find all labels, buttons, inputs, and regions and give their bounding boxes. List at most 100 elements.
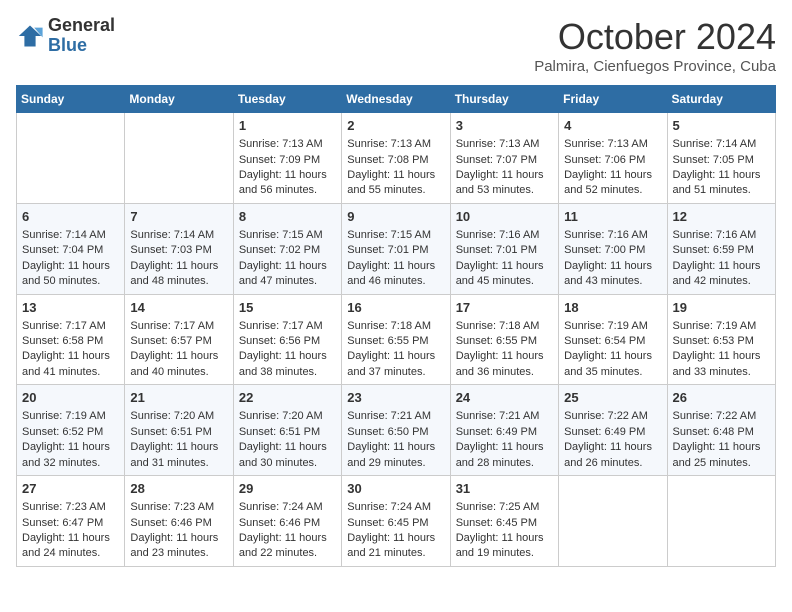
calendar-cell: 30Sunrise: 7:24 AMSunset: 6:45 PMDayligh… xyxy=(342,476,450,567)
header-monday: Monday xyxy=(125,86,233,113)
calendar-cell xyxy=(125,113,233,204)
day-info-line: Sunset: 6:45 PM xyxy=(456,516,553,531)
day-number: 21 xyxy=(130,389,227,407)
day-info-line: Daylight: 11 hours and 36 minutes. xyxy=(456,349,553,380)
logo: General Blue xyxy=(16,16,115,56)
day-info-line: Daylight: 11 hours and 35 minutes. xyxy=(564,349,661,380)
day-info-line: Sunset: 7:01 PM xyxy=(456,243,553,258)
day-info-line: Sunset: 7:09 PM xyxy=(239,153,336,168)
day-number: 8 xyxy=(239,208,336,226)
day-info-line: Sunrise: 7:18 AM xyxy=(456,319,553,334)
day-info-line: Sunset: 6:45 PM xyxy=(347,516,444,531)
day-info-line: Daylight: 11 hours and 24 minutes. xyxy=(22,531,119,562)
day-info-line: Sunset: 7:00 PM xyxy=(564,243,661,258)
day-info-line: Sunrise: 7:22 AM xyxy=(673,409,770,424)
day-info-line: Daylight: 11 hours and 31 minutes. xyxy=(130,440,227,471)
day-info-line: Daylight: 11 hours and 28 minutes. xyxy=(456,440,553,471)
day-info-line: Sunrise: 7:15 AM xyxy=(239,228,336,243)
calendar-cell: 20Sunrise: 7:19 AMSunset: 6:52 PMDayligh… xyxy=(17,385,125,476)
day-info-line: Daylight: 11 hours and 46 minutes. xyxy=(347,259,444,290)
calendar-cell: 6Sunrise: 7:14 AMSunset: 7:04 PMDaylight… xyxy=(17,203,125,294)
logo-general-text: General xyxy=(48,16,115,36)
day-number: 17 xyxy=(456,299,553,317)
calendar-cell: 22Sunrise: 7:20 AMSunset: 6:51 PMDayligh… xyxy=(233,385,341,476)
calendar-cell: 5Sunrise: 7:14 AMSunset: 7:05 PMDaylight… xyxy=(667,113,775,204)
location-subtitle: Palmira, Cienfuegos Province, Cuba xyxy=(534,58,776,75)
day-number: 16 xyxy=(347,299,444,317)
day-info-line: Daylight: 11 hours and 26 minutes. xyxy=(564,440,661,471)
day-info-line: Daylight: 11 hours and 37 minutes. xyxy=(347,349,444,380)
day-info-line: Sunset: 7:02 PM xyxy=(239,243,336,258)
calendar-cell: 26Sunrise: 7:22 AMSunset: 6:48 PMDayligh… xyxy=(667,385,775,476)
day-info-line: Sunrise: 7:13 AM xyxy=(564,137,661,152)
day-info-line: Sunrise: 7:19 AM xyxy=(22,409,119,424)
day-info-line: Sunset: 7:03 PM xyxy=(130,243,227,258)
day-info-line: Sunrise: 7:17 AM xyxy=(22,319,119,334)
day-info-line: Daylight: 11 hours and 19 minutes. xyxy=(456,531,553,562)
header-row: SundayMondayTuesdayWednesdayThursdayFrid… xyxy=(17,86,776,113)
day-info-line: Sunrise: 7:20 AM xyxy=(239,409,336,424)
week-row-4: 20 Sunrise: 7:19 AMSunset: 6:52 PM Dayligh… xyxy=(17,385,776,476)
day-info-line: Sunrise: 7:19 AM xyxy=(564,319,661,334)
day-info-line: Daylight: 11 hours and 53 minutes. xyxy=(456,168,553,199)
calendar-cell: 15Sunrise: 7:17 AMSunset: 6:56 PMDayligh… xyxy=(233,294,341,385)
day-number: 20 xyxy=(22,389,119,407)
calendar-header: SundayMondayTuesdayWednesdayThursdayFrid… xyxy=(17,86,776,113)
day-number: 2 xyxy=(347,117,444,135)
header-sunday: Sunday xyxy=(17,86,125,113)
day-info-line: Daylight: 11 hours and 51 minutes. xyxy=(673,168,770,199)
calendar-cell: 19Sunrise: 7:19 AMSunset: 6:53 PMDayligh… xyxy=(667,294,775,385)
day-info-line: Sunset: 6:52 PM xyxy=(22,425,119,440)
day-number: 3 xyxy=(456,117,553,135)
day-number: 9 xyxy=(347,208,444,226)
day-info-line: Sunrise: 7:13 AM xyxy=(239,137,336,152)
header-saturday: Saturday xyxy=(667,86,775,113)
calendar-table: SundayMondayTuesdayWednesdayThursdayFrid… xyxy=(16,85,776,567)
day-info-line: Sunrise: 7:16 AM xyxy=(673,228,770,243)
day-info-line: Daylight: 11 hours and 50 minutes. xyxy=(22,259,119,290)
day-info-line: Daylight: 11 hours and 21 minutes. xyxy=(347,531,444,562)
day-info-line: Sunset: 6:57 PM xyxy=(130,334,227,349)
day-info-line: Sunset: 6:51 PM xyxy=(239,425,336,440)
day-info-line: Daylight: 11 hours and 48 minutes. xyxy=(130,259,227,290)
header-wednesday: Wednesday xyxy=(342,86,450,113)
day-info-line: Sunset: 6:51 PM xyxy=(130,425,227,440)
day-info-line: Sunrise: 7:14 AM xyxy=(22,228,119,243)
day-number: 24 xyxy=(456,389,553,407)
day-number: 23 xyxy=(347,389,444,407)
calendar-cell: 27Sunrise: 7:23 AMSunset: 6:47 PMDayligh… xyxy=(17,476,125,567)
calendar-cell: 13 Sunrise: 7:17 AMSunset: 6:58 PMDayligh… xyxy=(17,294,125,385)
day-info-line: Daylight: 11 hours and 22 minutes. xyxy=(239,531,336,562)
calendar-cell: 18Sunrise: 7:19 AMSunset: 6:54 PMDayligh… xyxy=(559,294,667,385)
day-info-line: Daylight: 11 hours and 23 minutes. xyxy=(130,531,227,562)
day-number: 15 xyxy=(239,299,336,317)
calendar-cell: 11Sunrise: 7:16 AMSunset: 7:00 PMDayligh… xyxy=(559,203,667,294)
day-info-line: Sunset: 6:55 PM xyxy=(347,334,444,349)
day-info-line: Sunset: 7:08 PM xyxy=(347,153,444,168)
day-number: 11 xyxy=(564,208,661,226)
day-info-line: Daylight: 11 hours and 40 minutes. xyxy=(130,349,227,380)
calendar-body: 1Sunrise: 7:13 AMSunset: 7:09 PMDaylight… xyxy=(17,113,776,567)
day-info-line: Sunset: 6:59 PM xyxy=(673,243,770,258)
calendar-cell: 17Sunrise: 7:18 AMSunset: 6:55 PMDayligh… xyxy=(450,294,558,385)
day-number: 13 xyxy=(22,299,119,317)
calendar-cell: 28Sunrise: 7:23 AMSunset: 6:46 PMDayligh… xyxy=(125,476,233,567)
logo-blue-text: Blue xyxy=(48,36,115,56)
day-info-line: Sunset: 6:48 PM xyxy=(673,425,770,440)
day-info-line: Sunrise: 7:17 AM xyxy=(130,319,227,334)
day-number: 1 xyxy=(239,117,336,135)
header-friday: Friday xyxy=(559,86,667,113)
day-info-line: Daylight: 11 hours and 56 minutes. xyxy=(239,168,336,199)
day-number: 28 xyxy=(130,480,227,498)
day-info-line: Sunset: 6:58 PM xyxy=(22,334,119,349)
day-info-line: Daylight: 11 hours and 29 minutes. xyxy=(347,440,444,471)
header-tuesday: Tuesday xyxy=(233,86,341,113)
calendar-cell: 4Sunrise: 7:13 AMSunset: 7:06 PMDaylight… xyxy=(559,113,667,204)
day-info-line: Daylight: 11 hours and 41 minutes. xyxy=(22,349,119,380)
day-info-line: Sunset: 6:53 PM xyxy=(673,334,770,349)
day-info-line: Daylight: 11 hours and 38 minutes. xyxy=(239,349,336,380)
day-info-line: Sunset: 7:04 PM xyxy=(22,243,119,258)
day-number: 30 xyxy=(347,480,444,498)
week-row-5: 27Sunrise: 7:23 AMSunset: 6:47 PMDayligh… xyxy=(17,476,776,567)
calendar-cell: 24Sunrise: 7:21 AMSunset: 6:49 PMDayligh… xyxy=(450,385,558,476)
